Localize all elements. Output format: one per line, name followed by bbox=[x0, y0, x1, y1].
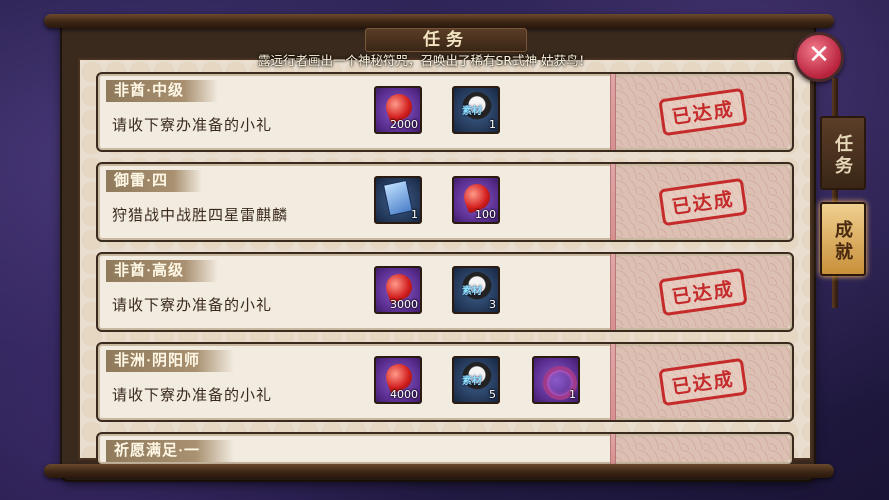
reward-qty: 1 bbox=[489, 118, 496, 131]
close-button[interactable]: ✕ bbox=[794, 32, 844, 82]
reward-item[interactable]: 2000 bbox=[374, 86, 422, 134]
reward-qty: 100 bbox=[475, 208, 496, 221]
reward-item[interactable]: 素材 3 bbox=[452, 266, 500, 314]
status-area: 已达成 bbox=[616, 166, 790, 238]
announcement-banner: 露远行者画出一个神秘符咒，召唤出了稀有SR式神 姑获鸟！ bbox=[258, 53, 592, 68]
status-area: 已达成 bbox=[616, 346, 790, 418]
task-row: 非酋·高级 请收下寮办准备的小礼 3000 素材 3 已达成 bbox=[96, 252, 794, 332]
reward-item[interactable]: 1 bbox=[532, 356, 580, 404]
reward-item[interactable]: 素材 5 bbox=[452, 356, 500, 404]
task-title: 非洲·阴阳师 bbox=[106, 350, 235, 372]
reward-item[interactable]: 素材 1 bbox=[452, 86, 500, 134]
task-row: 非洲·阴阳师 请收下寮办准备的小礼 4000 素材 5 1 已达成 bbox=[96, 342, 794, 422]
reward-qty: 1 bbox=[569, 388, 576, 401]
status-area: 已达成 bbox=[616, 256, 790, 328]
reward-qty: 3000 bbox=[390, 298, 418, 311]
status-area bbox=[616, 436, 790, 462]
task-desc: 请收下寮办准备的小礼 bbox=[112, 388, 273, 404]
material-label: 素材 bbox=[462, 376, 482, 387]
task-row: 祈愿满足·一 bbox=[96, 432, 794, 466]
reward-item[interactable]: 3000 bbox=[374, 266, 422, 314]
task-title: 御雷·四 bbox=[106, 170, 203, 192]
reward-qty: 1 bbox=[411, 208, 418, 221]
status-area: 已达成 bbox=[616, 76, 790, 148]
tab-tasks[interactable]: 任务 bbox=[820, 116, 866, 190]
reward-item[interactable]: 4000 bbox=[374, 356, 422, 404]
completed-stamp: 已达成 bbox=[658, 267, 748, 317]
scroll-rod-bottom bbox=[44, 464, 834, 478]
task-desc: 请收下寮办准备的小礼 bbox=[112, 298, 273, 314]
scroll-ticket-icon bbox=[382, 179, 414, 217]
reward-qty: 5 bbox=[489, 388, 496, 401]
completed-stamp: 已达成 bbox=[658, 177, 748, 227]
tab-achievements[interactable]: 成就 bbox=[820, 202, 866, 276]
task-title: 祈愿满足·一 bbox=[106, 440, 235, 462]
reward-item[interactable]: 100 bbox=[452, 176, 500, 224]
task-desc: 狩猎战中战胜四星雷麒麟 bbox=[112, 208, 289, 224]
material-label: 素材 bbox=[462, 106, 482, 117]
material-label: 素材 bbox=[462, 286, 482, 297]
reward-item[interactable]: 1 bbox=[374, 176, 422, 224]
reward-qty: 2000 bbox=[390, 118, 418, 131]
task-row: 御雷·四 狩猎战中战胜四星雷麒麟 1 100 已达成 bbox=[96, 162, 794, 242]
page-title: 任务 bbox=[365, 28, 527, 52]
task-desc: 请收下寮办准备的小礼 bbox=[112, 118, 273, 134]
reward-qty: 3 bbox=[489, 298, 496, 311]
task-row: 非酋·中级 请收下寮办准备的小礼 2000 素材 1 已达成 bbox=[96, 72, 794, 152]
reward-qty: 4000 bbox=[390, 388, 418, 401]
task-title: 非酋·高级 bbox=[106, 260, 219, 282]
scroll-rod-top bbox=[44, 14, 834, 28]
completed-stamp: 已达成 bbox=[658, 357, 748, 407]
task-title: 非酋·中级 bbox=[106, 80, 219, 102]
close-x-icon: ✕ bbox=[808, 40, 830, 70]
completed-stamp: 已达成 bbox=[658, 87, 748, 137]
